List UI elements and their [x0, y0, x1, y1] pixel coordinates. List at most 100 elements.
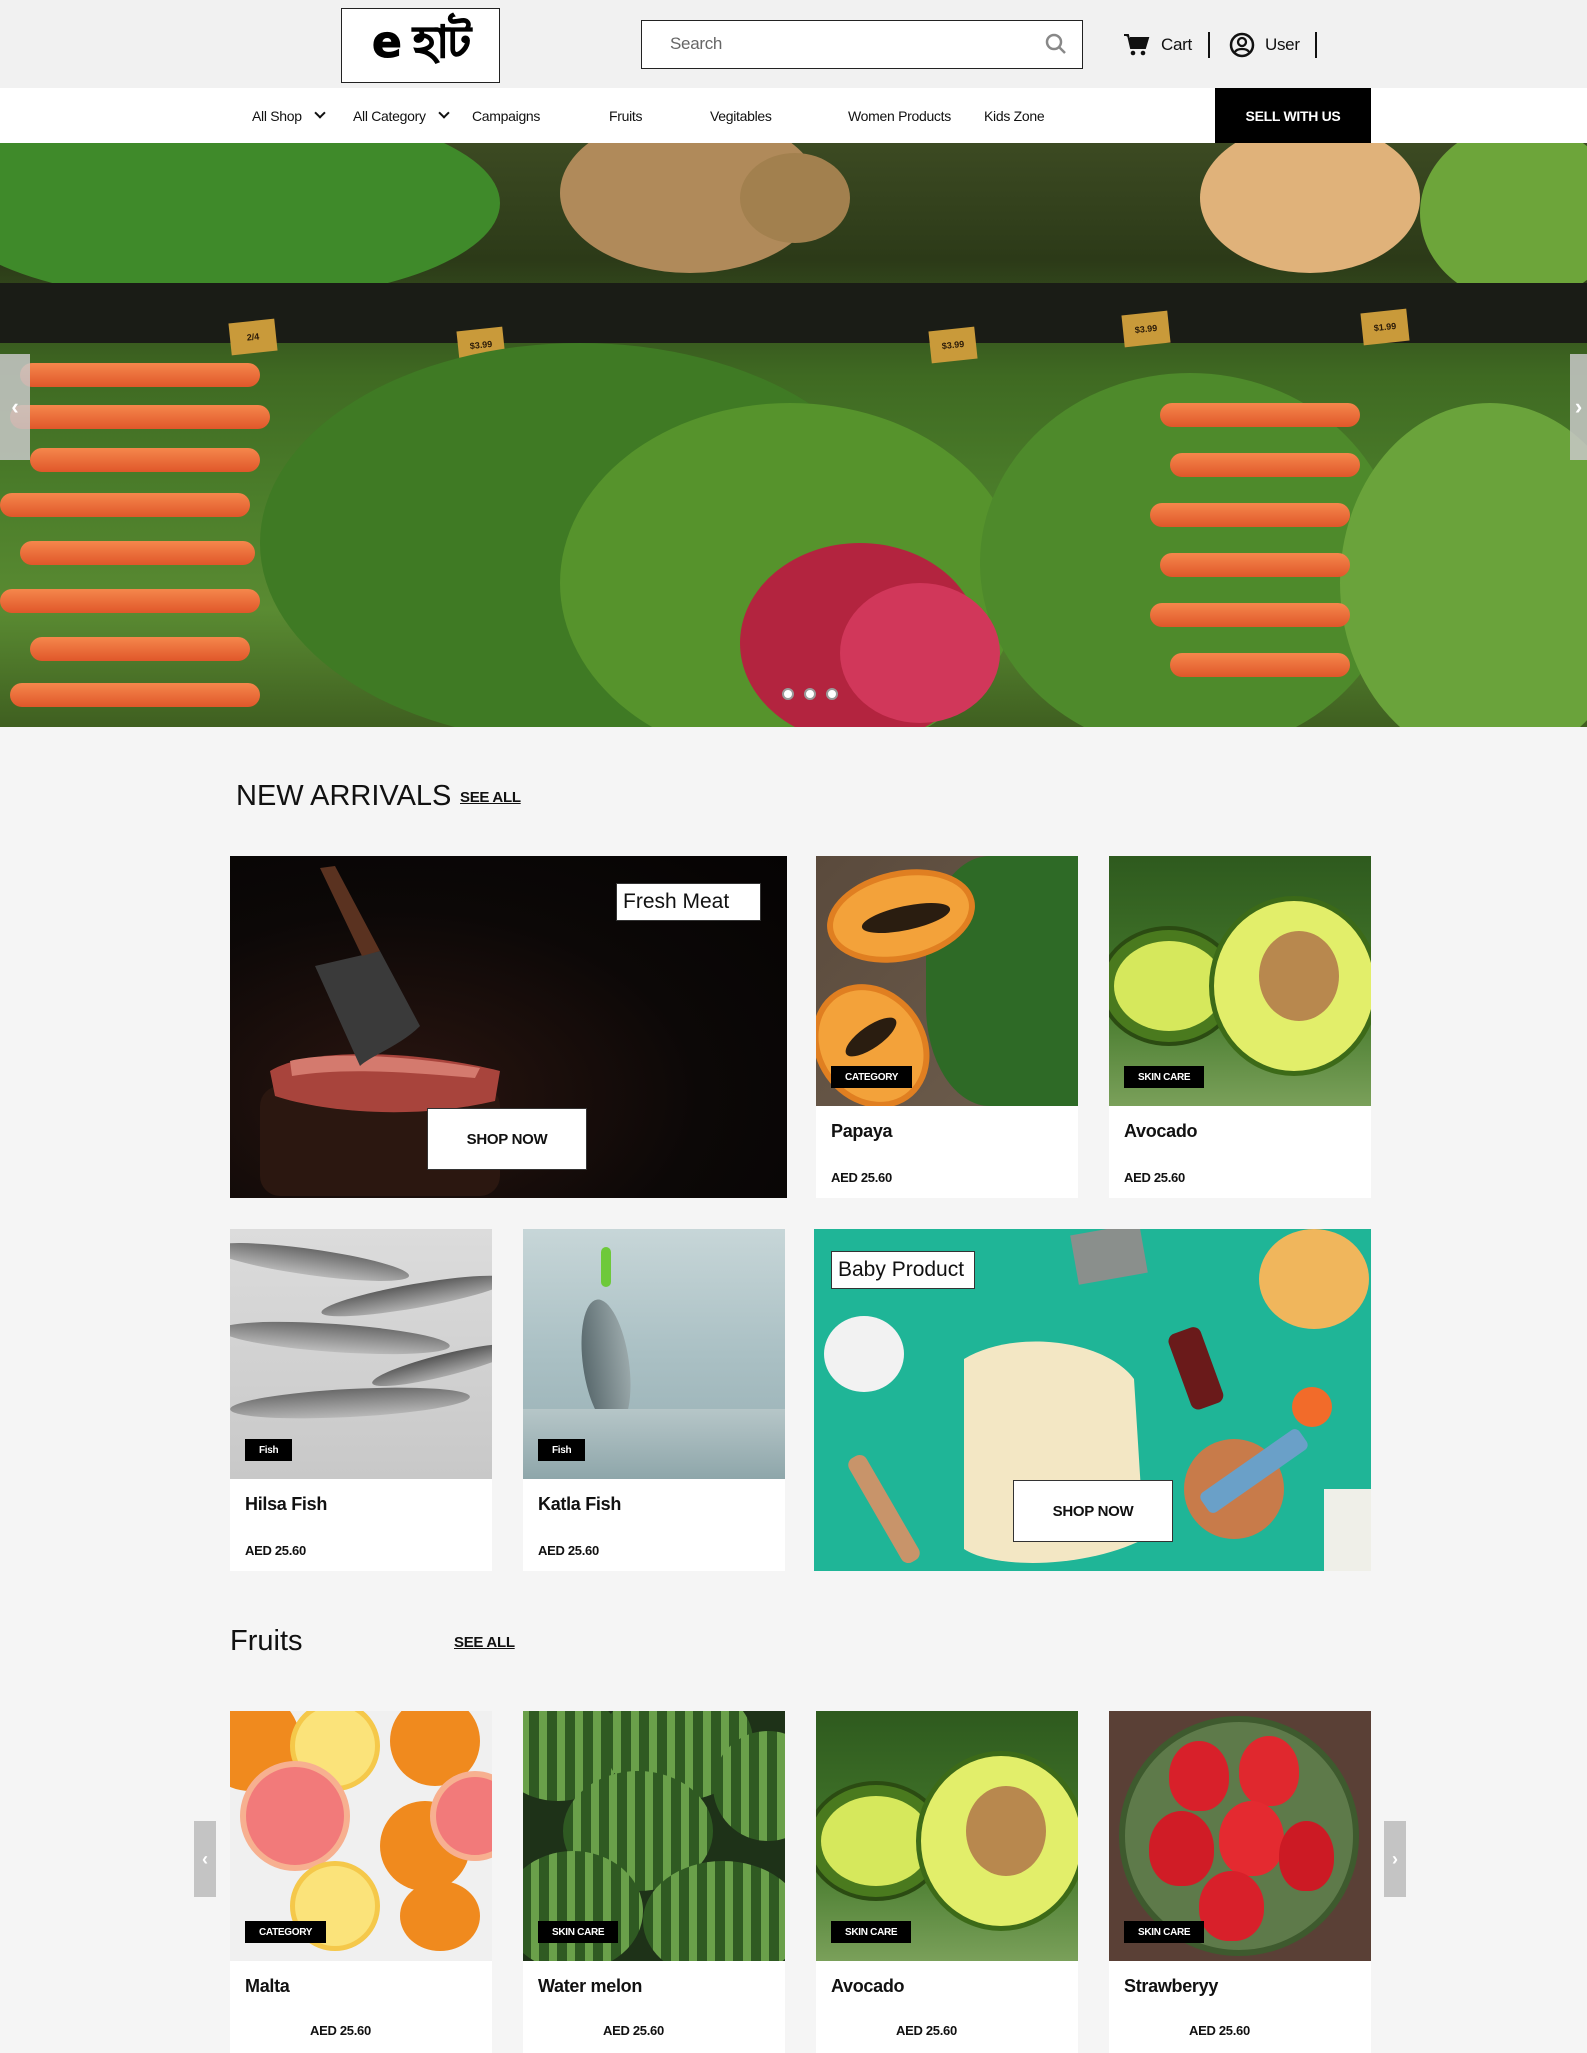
- nav-all-category-label: All Category: [353, 107, 426, 124]
- product-name: Avocado: [1124, 1121, 1198, 1141]
- category-badge: CATEGORY: [831, 1066, 913, 1088]
- nav-all-category[interactable]: All Category: [353, 88, 450, 143]
- price-tag: $3.99: [1121, 310, 1171, 348]
- product-price: AED 25.60: [896, 2023, 957, 2038]
- search-input[interactable]: [670, 21, 1030, 67]
- product-name: Strawberyy: [1124, 1976, 1219, 1996]
- product-name: Hilsa Fish: [245, 1494, 328, 1514]
- hero-image: [1340, 403, 1587, 727]
- product-name: Water melon: [538, 1976, 643, 1996]
- hero-image: [1170, 653, 1350, 677]
- header-divider: [1315, 32, 1317, 58]
- hero-image: [1420, 143, 1587, 303]
- user-label: User: [1265, 35, 1300, 54]
- carousel-dot[interactable]: [804, 688, 816, 700]
- top-header: e হাট Cart User: [0, 0, 1587, 88]
- product-card-malta[interactable]: CATEGORY Malta AED 25.60: [230, 1711, 492, 2053]
- nav-fruits[interactable]: Fruits: [609, 88, 643, 143]
- product-price: AED 25.60: [1124, 1170, 1185, 1185]
- baby-product-label: Baby Product: [831, 1251, 975, 1289]
- user-link[interactable]: User: [1229, 28, 1300, 62]
- search-icon[interactable]: [1044, 32, 1068, 56]
- price-tag: 2/4: [228, 318, 278, 356]
- new-arrivals-see-all-link[interactable]: SEE ALL: [460, 789, 521, 806]
- chevron-left-icon: ‹: [202, 1848, 208, 1869]
- price-tag: $3.99: [928, 326, 978, 364]
- main-nav: All Shop All Category Campaigns Fruits V…: [0, 88, 1587, 143]
- hero-image: [20, 363, 260, 387]
- hero-next-button[interactable]: ›: [1570, 354, 1587, 460]
- fruits-title: Fruits: [230, 1625, 303, 1657]
- category-badge: Fish: [245, 1439, 293, 1461]
- nav-vegitables[interactable]: Vegitables: [710, 88, 772, 143]
- hero-image: [1160, 403, 1360, 427]
- nav-kids-zone[interactable]: Kids Zone: [984, 88, 1045, 143]
- category-badge: CATEGORY: [245, 1921, 327, 1943]
- nav-all-shop-label: All Shop: [252, 107, 302, 124]
- price-tag: $1.99: [1360, 308, 1410, 346]
- hero-image: [0, 589, 260, 613]
- fruits-see-all-link[interactable]: SEE ALL: [454, 1634, 515, 1651]
- product-card-hilsa-fish[interactable]: Fish Hilsa Fish AED 25.60: [230, 1229, 492, 1571]
- nav-campaigns[interactable]: Campaigns: [472, 88, 540, 143]
- logo-text: e হাট: [371, 17, 471, 69]
- nav-women-products[interactable]: Women Products: [848, 88, 951, 143]
- product-price: AED 25.60: [1189, 2023, 1250, 2038]
- hero-image: [10, 405, 270, 429]
- product-card-papaya[interactable]: CATEGORY Papaya AED 25.60: [816, 856, 1078, 1198]
- fruits-prev-button[interactable]: ‹: [194, 1821, 216, 1897]
- fresh-meat-label: Fresh Meat: [616, 883, 761, 921]
- carousel-dot[interactable]: [782, 688, 794, 700]
- cart-icon: [1124, 34, 1150, 56]
- product-price: AED 25.60: [603, 2023, 664, 2038]
- cart-label: Cart: [1161, 35, 1192, 54]
- header-divider: [1208, 32, 1210, 58]
- user-icon: [1229, 32, 1255, 58]
- carousel-dots: [0, 688, 1587, 704]
- product-name: Malta: [245, 1976, 290, 1996]
- chevron-right-icon: ›: [1392, 1848, 1398, 1869]
- fruits-next-button[interactable]: ›: [1384, 1821, 1406, 1897]
- product-name: Katla Fish: [538, 1494, 622, 1514]
- product-card-katla-fish[interactable]: Fish Katla Fish AED 25.60: [523, 1229, 785, 1571]
- chevron-down-icon: [437, 107, 450, 119]
- category-badge: Fish: [538, 1439, 586, 1461]
- product-card-avocado[interactable]: SKIN CARE Avocado AED 25.60: [816, 1711, 1078, 2053]
- product-card-strawberyy[interactable]: SKIN CARE Strawberyy AED 25.60: [1109, 1711, 1371, 2053]
- product-price: AED 25.60: [310, 2023, 371, 2038]
- product-name: Avocado: [831, 1976, 905, 1996]
- chevron-right-icon: ›: [1574, 394, 1583, 419]
- hero-image: [30, 448, 260, 472]
- fresh-meat-shop-now-button[interactable]: SHOP NOW: [427, 1108, 587, 1170]
- category-badge: SKIN CARE: [831, 1921, 912, 1943]
- baby-product-promo[interactable]: Baby Product SHOP NOW: [814, 1229, 1371, 1571]
- carousel-dot[interactable]: [826, 688, 838, 700]
- hero-image: [1200, 143, 1420, 273]
- hero-banner: 2/4 $3.99 $3.99 $3.99 $1.99: [0, 143, 1587, 727]
- chevron-left-icon: ‹: [11, 394, 19, 419]
- product-price: AED 25.60: [831, 1170, 892, 1185]
- site-logo[interactable]: e হাট: [341, 8, 500, 83]
- fresh-meat-promo[interactable]: Fresh Meat SHOP NOW: [230, 856, 787, 1198]
- hero-image: [0, 143, 500, 303]
- nav-all-shop[interactable]: All Shop: [252, 88, 326, 143]
- cart-link[interactable]: Cart: [1123, 28, 1192, 62]
- chevron-down-icon: [314, 107, 326, 119]
- hero-image: [1150, 603, 1350, 627]
- sell-with-us-button[interactable]: SELL WITH US: [1215, 88, 1371, 143]
- hero-prev-button[interactable]: ‹: [0, 354, 30, 460]
- baby-product-shop-now-button[interactable]: SHOP NOW: [1013, 1480, 1173, 1542]
- hero-image: [1170, 453, 1360, 477]
- product-card-avocado[interactable]: SKIN CARE Avocado AED 25.60: [1109, 856, 1371, 1198]
- hero-image: [1160, 553, 1350, 577]
- category-badge: SKIN CARE: [1124, 1066, 1205, 1088]
- category-badge: SKIN CARE: [538, 1921, 619, 1943]
- product-price: AED 25.60: [245, 1543, 306, 1558]
- search-box[interactable]: [641, 20, 1083, 69]
- product-name: Papaya: [831, 1121, 893, 1141]
- new-arrivals-title: NEW ARRIVALS: [236, 780, 452, 812]
- hero-image: [0, 493, 250, 517]
- category-badge: SKIN CARE: [1124, 1921, 1205, 1943]
- hero-image: [20, 541, 255, 565]
- product-card-water-melon[interactable]: SKIN CARE Water melon AED 25.60: [523, 1711, 785, 2053]
